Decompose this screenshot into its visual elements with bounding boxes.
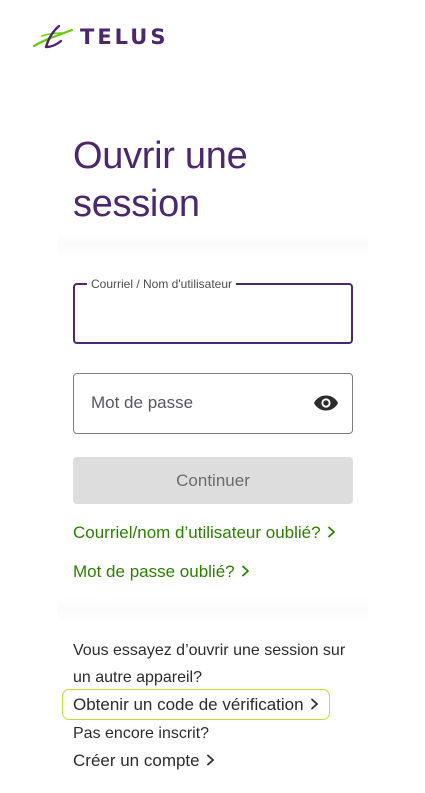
get-verification-code-link[interactable]: Obtenir un code de vérification	[73, 693, 319, 717]
forgot-username-link[interactable]: Courriel/nom d’utilisateur oublié?	[73, 521, 336, 545]
create-account-label: Créer un compte	[73, 751, 200, 770]
other-device-prompt-line-1: Vous essayez d’ouvrir une session sur	[73, 642, 346, 659]
page-title-line-2: session	[73, 183, 200, 225]
forgot-password-label: Mot de passe oublié?	[73, 562, 235, 581]
get-verification-code-label: Obtenir un code de vérification	[73, 695, 304, 714]
create-account-link[interactable]: Créer un compte	[73, 749, 215, 773]
password-field[interactable]	[73, 373, 353, 434]
chevron-right-icon	[310, 698, 319, 710]
page-title: Ouvrir une session	[73, 132, 363, 228]
telus-wordmark: TELUS	[80, 24, 169, 49]
email-field[interactable]: Courriel / Nom d'utilisateur	[73, 276, 353, 344]
show-password-button[interactable]	[312, 391, 340, 415]
eye-icon	[314, 395, 338, 411]
other-device-prompt-line-2: un autre appareil?	[73, 669, 202, 686]
email-field-label: Courriel / Nom d'utilisateur	[87, 276, 237, 292]
telus-logo[interactable]: TELUS	[32, 22, 168, 50]
page-title-line-1: Ouvrir une	[73, 135, 248, 177]
chevron-right-icon	[241, 565, 250, 577]
telus-leaf-logo-icon	[32, 24, 74, 49]
password-input[interactable]	[91, 389, 301, 417]
other-device-prompt: Vous essayez d’ouvrir une session sur un…	[73, 637, 363, 691]
forgot-username-label: Courriel/nom d’utilisateur oublié?	[73, 523, 321, 542]
continue-button[interactable]: Continuer	[73, 457, 353, 504]
forgot-password-link[interactable]: Mot de passe oublié?	[73, 560, 250, 584]
not-registered-text: Pas encore inscrit?	[73, 725, 210, 742]
chevron-right-icon	[327, 526, 336, 538]
email-input[interactable]	[89, 299, 339, 329]
section-divider-top	[58, 232, 368, 258]
chevron-right-icon	[206, 754, 215, 766]
section-divider-bottom	[58, 597, 368, 623]
